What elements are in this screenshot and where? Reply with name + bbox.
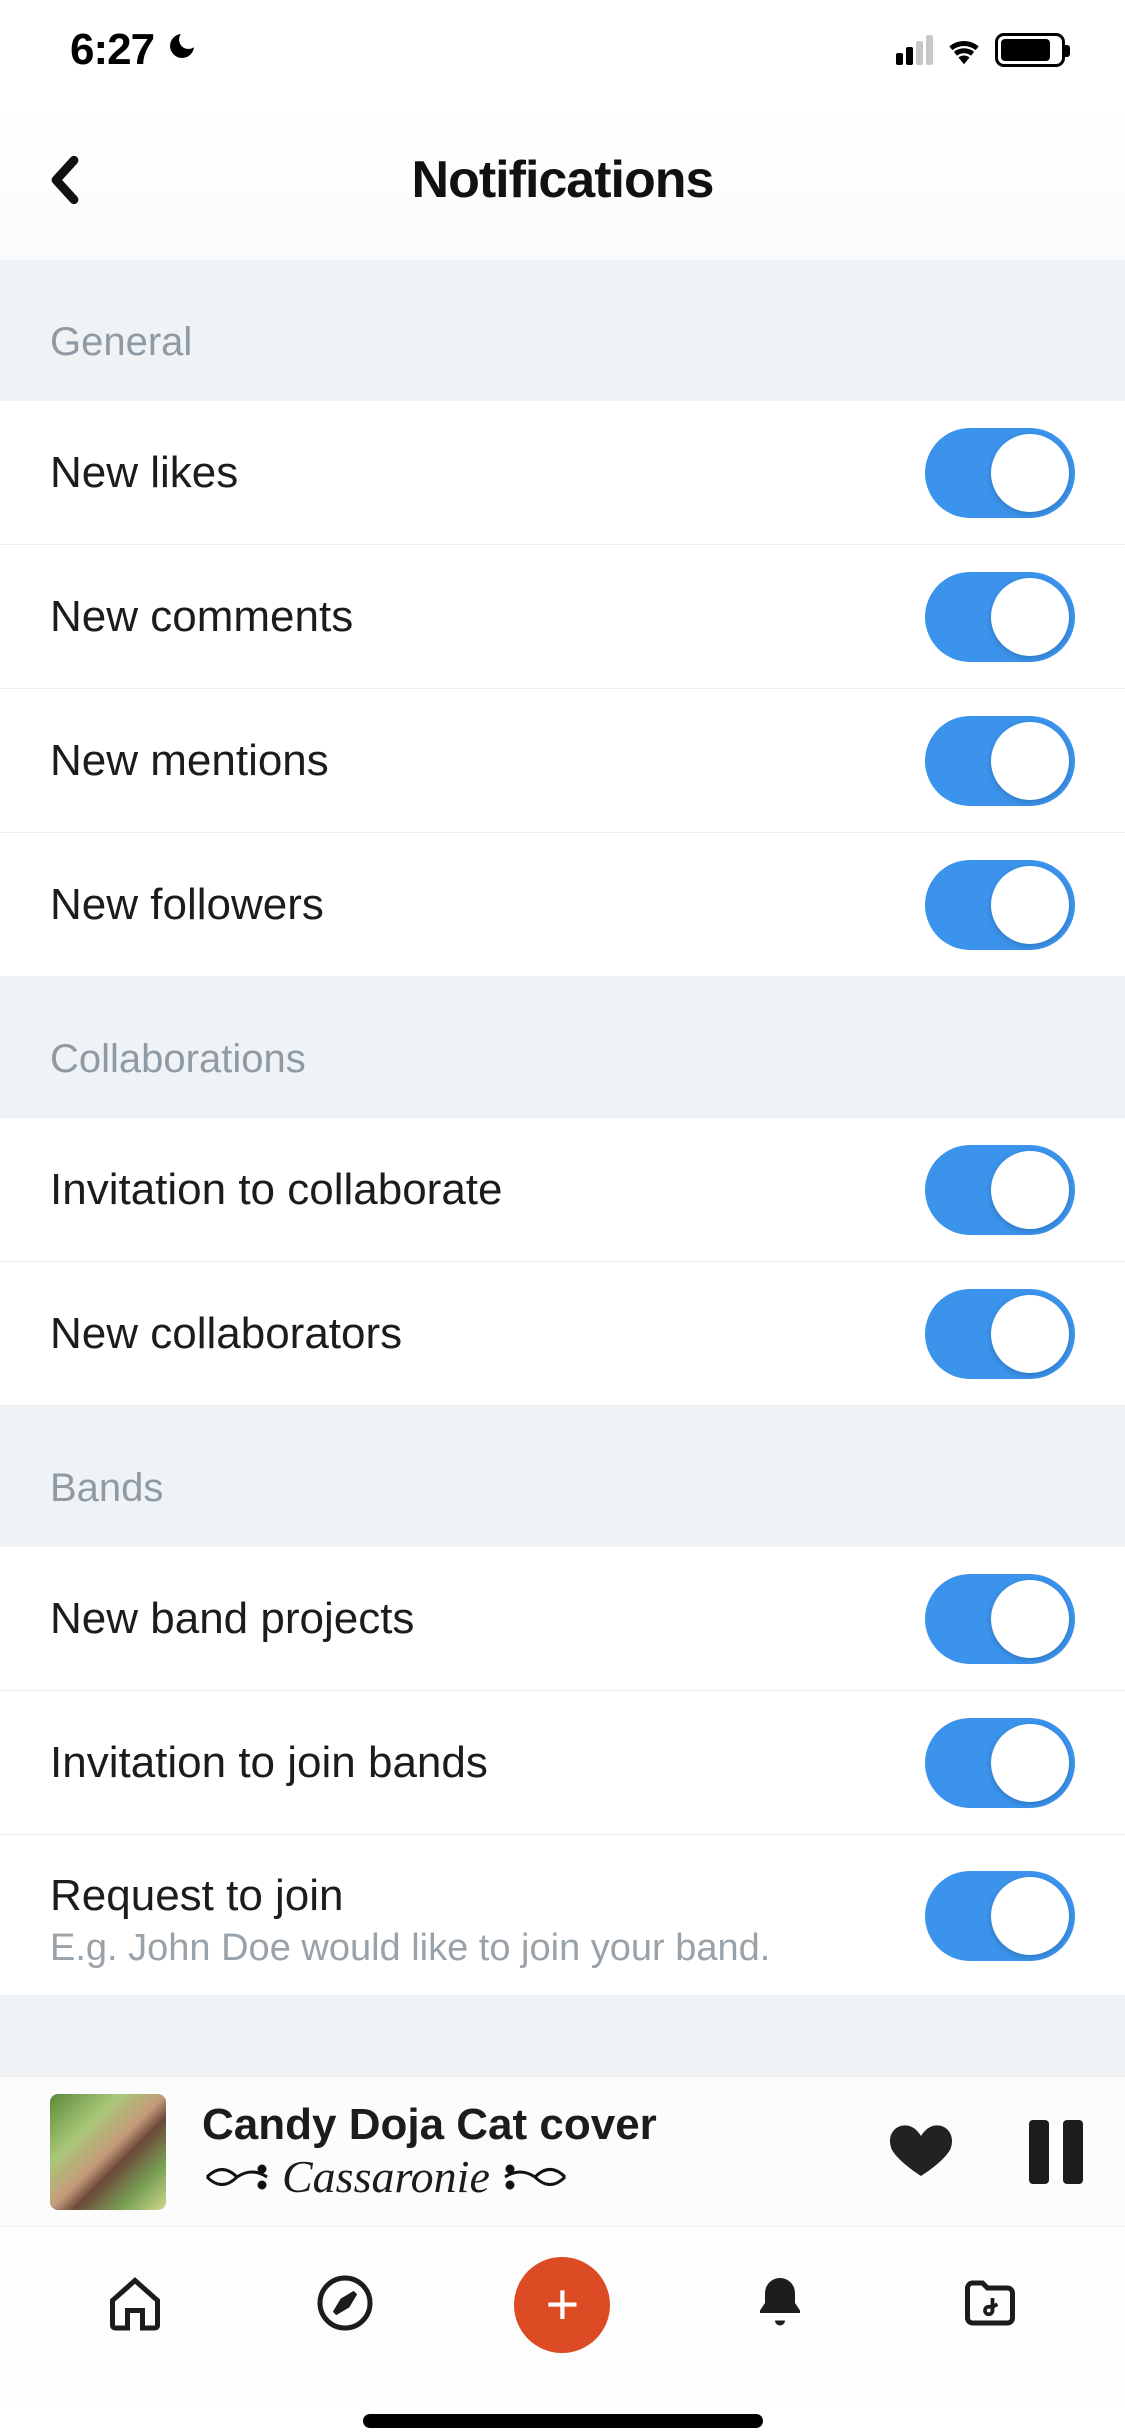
tab-add[interactable]: + [514,2257,610,2353]
row-label: New collaborators [50,1309,925,1359]
row-request-to-join: Request to join E.g. John Doe would like… [0,1835,1125,1995]
row-new-likes: New likes [0,401,1125,545]
section-header-collaborations: Collaborations [0,977,1125,1118]
toggle-new-band-projects[interactable] [925,1574,1075,1664]
nav-header: Notifications [0,100,1125,260]
wifi-icon [945,35,983,65]
now-playing-title: Candy Doja Cat cover [202,2100,853,2150]
toggle-request-to-join[interactable] [925,1871,1075,1961]
status-time: 6:27 [70,25,154,75]
pause-button[interactable] [1029,2120,1085,2184]
row-label: New likes [50,448,925,498]
plus-icon: + [546,2276,580,2334]
row-new-comments: New comments [0,545,1125,689]
row-new-band-projects: New band projects [0,1547,1125,1691]
row-invitation-collaborate: Invitation to collaborate [0,1118,1125,1262]
row-new-mentions: New mentions [0,689,1125,833]
album-art [50,2094,166,2210]
row-label: New followers [50,880,925,930]
battery-icon [995,33,1065,67]
now-playing-bar[interactable]: Candy Doja Cat cover Cassaronie [0,2076,1125,2226]
heart-icon[interactable] [889,2120,953,2184]
toggle-invitation-collaborate[interactable] [925,1145,1075,1235]
toggle-new-likes[interactable] [925,428,1075,518]
tab-library[interactable] [950,2263,1030,2343]
toggle-new-comments[interactable] [925,572,1075,662]
chevron-left-icon [50,155,80,205]
row-new-followers: New followers [0,833,1125,977]
cellular-signal-icon [896,35,933,65]
page-title: Notifications [412,150,714,210]
home-icon [105,2273,165,2333]
bell-icon [750,2273,810,2333]
toggle-new-followers[interactable] [925,860,1075,950]
status-bar: 6:27 [0,0,1125,100]
settings-content[interactable]: General New likes New comments New menti… [0,260,1125,2076]
toggle-invitation-join-bands[interactable] [925,1718,1075,1808]
now-playing-artist: Cassaronie [202,2150,853,2203]
row-new-collaborators: New collaborators [0,1262,1125,1406]
toggle-new-collaborators[interactable] [925,1289,1075,1379]
tab-home[interactable] [95,2263,175,2343]
row-subtext: E.g. John Doe would like to join your ba… [50,1927,925,1970]
row-label: New band projects [50,1594,925,1644]
tab-bar: + [0,2226,1125,2406]
toggle-new-mentions[interactable] [925,716,1075,806]
row-label: Invitation to join bands [50,1738,925,1788]
compass-icon [315,2273,375,2333]
section-header-general: General [0,260,1125,401]
ornament-right-icon [500,2157,570,2197]
home-indicator[interactable] [363,2414,763,2428]
row-label: Request to join [50,1871,925,1921]
row-label: New mentions [50,736,925,786]
tab-explore[interactable] [305,2263,385,2343]
section-header-bands: Bands [0,1406,1125,1547]
moon-icon [166,29,198,71]
music-folder-icon [960,2273,1020,2333]
back-button[interactable] [40,150,90,210]
row-label: New comments [50,592,925,642]
row-label: Invitation to collaborate [50,1165,925,1215]
row-invitation-join-bands: Invitation to join bands [0,1691,1125,1835]
tab-notifications[interactable] [740,2263,820,2343]
ornament-left-icon [202,2157,272,2197]
